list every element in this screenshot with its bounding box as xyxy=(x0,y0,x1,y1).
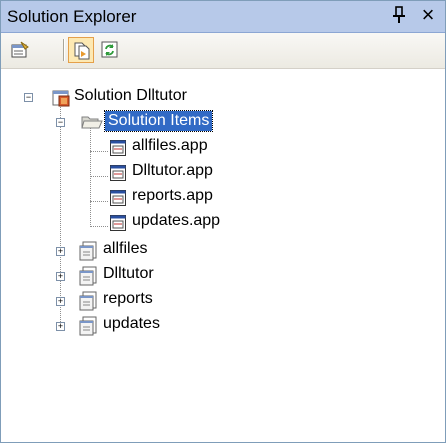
expand-toggle[interactable]: + xyxy=(56,272,65,281)
project-icon xyxy=(79,241,97,261)
tree-node-label: allfiles xyxy=(103,240,148,257)
tree-node-project[interactable]: + updates xyxy=(1,314,441,338)
tree-node-file[interactable]: allfiles.app xyxy=(1,136,441,160)
tree-node-solution-items[interactable]: − Solution Items xyxy=(1,110,441,135)
close-icon[interactable]: × xyxy=(419,4,437,26)
panel-title: Solution Explorer xyxy=(7,7,137,26)
tree-node-project[interactable]: + Dlltutor xyxy=(1,264,441,288)
tree-node-label: allfiles.app xyxy=(132,137,208,154)
toolbar-separator xyxy=(63,39,65,61)
refresh-button[interactable] xyxy=(97,37,123,63)
expand-toggle[interactable]: + xyxy=(56,247,65,256)
tree-node-file[interactable]: updates.app xyxy=(1,211,441,235)
open-folder-icon xyxy=(81,113,103,131)
tree-node-file[interactable]: reports.app xyxy=(1,186,441,210)
tree-node-project[interactable]: + allfiles xyxy=(1,239,441,263)
expand-toggle[interactable]: + xyxy=(56,322,65,331)
tree-node-label: updates xyxy=(103,315,160,332)
project-icon xyxy=(79,291,97,311)
toolbar xyxy=(1,33,445,69)
solution-explorer-panel: Solution Explorer × − Solution Dlltutor … xyxy=(0,0,446,443)
collapse-toggle[interactable]: − xyxy=(24,93,33,102)
tree-node-label: reports xyxy=(103,290,153,307)
app-file-icon xyxy=(109,189,127,207)
app-file-icon xyxy=(109,139,127,157)
solution-icon xyxy=(51,88,70,107)
tree-node-label: Solution Items xyxy=(103,110,214,132)
solution-tree: − Solution Dlltutor − Solution Items all… xyxy=(1,69,445,442)
app-file-icon xyxy=(109,164,127,182)
pin-icon[interactable] xyxy=(391,6,407,26)
tree-node-file[interactable]: Dlltutor.app xyxy=(1,161,441,185)
tree-node-project[interactable]: + reports xyxy=(1,289,441,313)
title-bar[interactable]: Solution Explorer × xyxy=(1,1,445,33)
tree-node-solution[interactable]: − Solution Dlltutor xyxy=(1,86,441,110)
show-all-files-button[interactable] xyxy=(68,37,94,63)
tree-node-label: reports.app xyxy=(132,187,213,204)
expand-toggle[interactable]: + xyxy=(56,297,65,306)
tree-node-label: Dlltutor xyxy=(103,265,154,282)
tree-node-label: Dlltutor.app xyxy=(132,162,213,179)
project-icon xyxy=(79,316,97,336)
tree-node-label: updates.app xyxy=(132,212,221,229)
collapse-toggle[interactable]: − xyxy=(56,118,65,127)
properties-button[interactable] xyxy=(7,37,33,63)
project-icon xyxy=(79,266,97,286)
app-file-icon xyxy=(109,214,127,232)
tree-node-label: Solution Dlltutor xyxy=(74,87,187,104)
